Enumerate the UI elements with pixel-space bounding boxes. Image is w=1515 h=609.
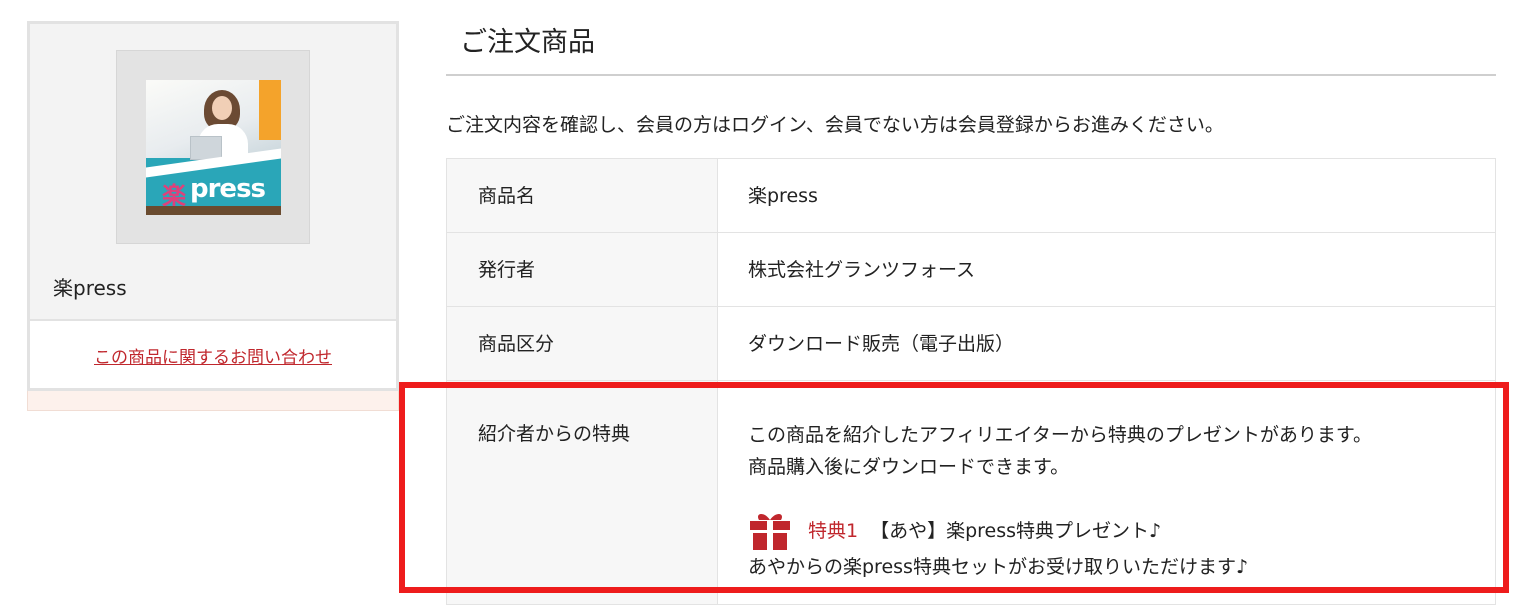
product-card: 楽 press 楽press この商品に関するお問い合わせ	[27, 21, 399, 391]
intro-text: ご注文内容を確認し、会員の方はログイン、会員でない方は会員登録からお進みください…	[446, 114, 1224, 136]
table-row: 紹介者からの特典 この商品を紹介したアフィリエイターから特典のプレゼントがありま…	[446, 380, 1496, 605]
thumbnail-bottom-strip	[146, 206, 281, 215]
row-value-product-name: 楽press	[717, 158, 1496, 233]
table-row: 発行者 株式会社グランツフォース	[446, 232, 1496, 307]
gift-tag: 特典1	[808, 520, 859, 542]
row-label-product-name: 商品名	[446, 158, 718, 233]
card-footer-strip	[27, 391, 399, 411]
gift-title: 【あや】楽press特典プレゼント♪	[870, 520, 1162, 542]
gift-row: 特典1 【あや】楽press特典プレゼント♪	[748, 511, 1495, 551]
thumbnail-accent	[259, 80, 281, 140]
row-label-category: 商品区分	[446, 306, 718, 381]
title-divider	[446, 74, 1496, 76]
row-value-benefit: この商品を紹介したアフィリエイターから特典のプレゼントがあります。 商品購入後に…	[717, 380, 1496, 605]
benefit-line-2: 商品購入後にダウンロードできます。	[748, 456, 1070, 478]
product-name: 楽press	[53, 276, 127, 300]
table-row: 商品名 楽press	[446, 158, 1496, 233]
page-title: ご注文商品	[460, 27, 595, 58]
product-thumbnail[interactable]: 楽 press	[146, 80, 281, 215]
thumbnail-logo-text: press	[190, 174, 266, 204]
gift-icon	[750, 513, 790, 550]
gift-description: あやからの楽press特典セットがお受け取りいただけます♪	[748, 556, 1249, 578]
row-value-category: ダウンロード販売（電子出版）	[717, 306, 1496, 381]
row-label-benefit: 紹介者からの特典	[446, 380, 718, 605]
row-label-publisher: 発行者	[446, 232, 718, 307]
order-table: 商品名 楽press 発行者 株式会社グランツフォース 商品区分 ダウンロード販…	[446, 158, 1496, 605]
inquiry-link-box: この商品に関するお問い合わせ	[30, 319, 396, 388]
benefit-line-1: この商品を紹介したアフィリエイターから特典のプレゼントがあります。	[748, 424, 1372, 446]
inquiry-link[interactable]: この商品に関するお問い合わせ	[30, 343, 396, 368]
row-value-publisher: 株式会社グランツフォース	[717, 232, 1496, 307]
product-thumbnail-frame: 楽 press	[116, 50, 310, 244]
thumbnail-person-face	[212, 96, 232, 120]
table-row: 商品区分 ダウンロード販売（電子出版）	[446, 306, 1496, 381]
